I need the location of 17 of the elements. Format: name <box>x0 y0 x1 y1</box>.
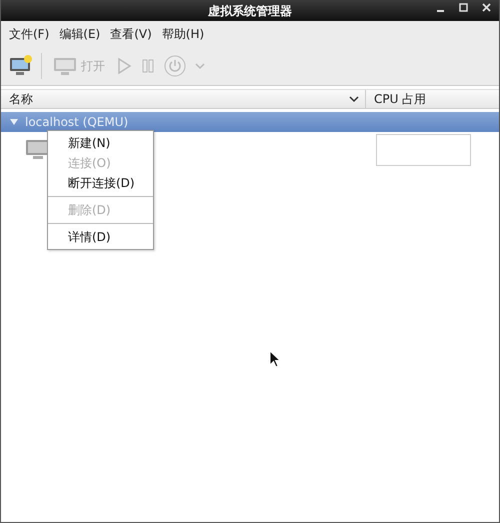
close-icon[interactable] <box>482 3 491 12</box>
window-title: 虚拟系统管理器 <box>208 2 292 20</box>
monitor-icon[interactable] <box>9 54 33 76</box>
sort-icon[interactable] <box>349 95 359 103</box>
menu-item[interactable]: 新建(N) <box>48 133 153 153</box>
menu-item[interactable]: 文件(F) <box>5 22 54 44</box>
column-header[interactable]: CPU 占用 <box>374 90 426 108</box>
cursor-icon <box>269 350 281 368</box>
expander-icon[interactable] <box>9 118 19 126</box>
menu-item[interactable]: 查看(V) <box>106 22 156 44</box>
maximize-icon[interactable] <box>459 3 468 12</box>
menu-item[interactable]: 断开连接(D) <box>48 173 153 193</box>
menu-item[interactable]: 详情(D) <box>48 227 153 247</box>
monitor-icon <box>53 56 77 76</box>
menu-item[interactable]: 帮助(H) <box>158 22 208 44</box>
column-header[interactable]: 名称 <box>9 90 33 108</box>
menu-item[interactable]: 编辑(E) <box>55 22 104 44</box>
